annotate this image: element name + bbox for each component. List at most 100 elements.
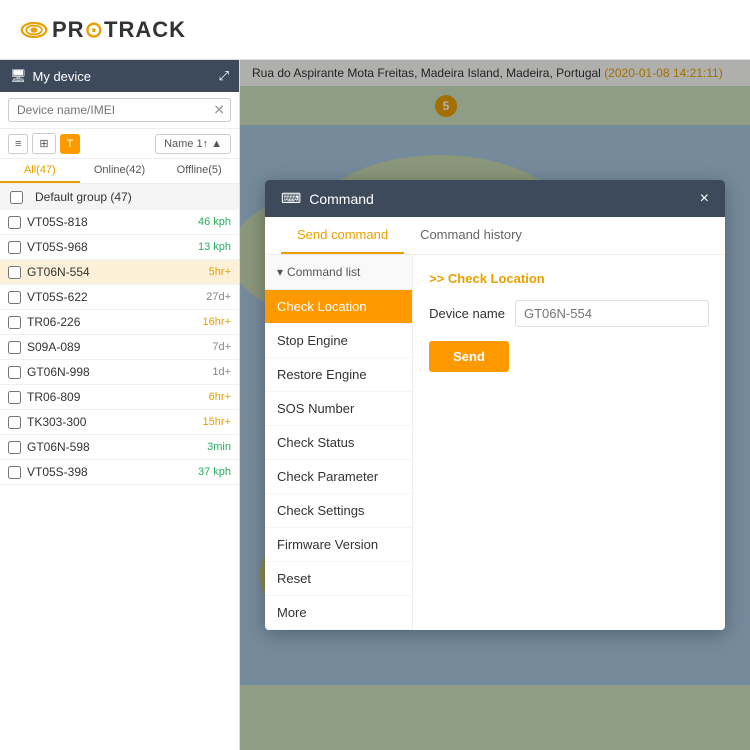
device-status: 27d+ bbox=[206, 291, 231, 303]
device-name: VT05S-968 bbox=[27, 240, 198, 254]
device-name: GT06N-598 bbox=[27, 440, 207, 454]
search-input[interactable] bbox=[8, 98, 231, 122]
grid-view-icon-btn[interactable]: ⊞ bbox=[32, 133, 55, 154]
command-list-panel: ▾ Command list Check Location Stop Engin… bbox=[265, 255, 413, 630]
command-item-firmware-version[interactable]: Firmware Version bbox=[265, 528, 412, 562]
device-status: 16hr+ bbox=[203, 316, 231, 328]
filter-tab-online[interactable]: Online(42) bbox=[80, 159, 160, 183]
command-item-check-location[interactable]: Check Location bbox=[265, 290, 412, 324]
device-name: TK303-300 bbox=[27, 415, 203, 429]
group-checkbox[interactable] bbox=[10, 191, 23, 204]
list-item[interactable]: GT06N-554 5hr+ bbox=[0, 260, 239, 285]
device-checkbox[interactable] bbox=[8, 291, 21, 304]
filter-tab-all[interactable]: All(47) bbox=[0, 159, 80, 183]
list-item[interactable]: VT05S-818 46 kph bbox=[0, 210, 239, 235]
device-checkbox[interactable] bbox=[8, 266, 21, 279]
device-name: GT06N-998 bbox=[27, 365, 212, 379]
modal-tabs: Send command Command history bbox=[265, 217, 725, 255]
list-item[interactable]: VT05S-398 37 kph bbox=[0, 460, 239, 485]
sort-label: Name 1↑ bbox=[164, 138, 208, 150]
clear-icon[interactable]: ✕ bbox=[213, 102, 225, 119]
logo: PR⊙TRACK bbox=[20, 16, 186, 44]
filter-tabs: All(47) Online(42) Offline(5) bbox=[0, 159, 239, 184]
filter-btn[interactable]: T bbox=[60, 134, 81, 154]
sidebar-search: ✕ bbox=[0, 92, 239, 129]
device-status: 6hr+ bbox=[209, 391, 231, 403]
device-checkbox[interactable] bbox=[8, 241, 21, 254]
list-item[interactable]: S09A-089 7d+ bbox=[0, 335, 239, 360]
tab-command-history[interactable]: Command history bbox=[404, 217, 538, 254]
expand-icon[interactable]: ⤢ bbox=[219, 68, 229, 84]
tab-send-command[interactable]: Send command bbox=[281, 217, 404, 254]
list-item[interactable]: TR06-226 16hr+ bbox=[0, 310, 239, 335]
modal-close-button[interactable]: × bbox=[700, 191, 709, 207]
sidebar-title: My device bbox=[33, 69, 92, 84]
modal-header-left: ⌨ Command bbox=[281, 190, 374, 207]
command-item-restore-engine[interactable]: Restore Engine bbox=[265, 358, 412, 392]
command-list-header: ▾ Command list bbox=[265, 255, 412, 290]
device-group: Default group (47) bbox=[0, 184, 239, 210]
sidebar-toolbar: ≡ ⊞ T Name 1↑ ▲ bbox=[0, 129, 239, 159]
modal-body: ▾ Command list Check Location Stop Engin… bbox=[265, 255, 725, 630]
device-name: GT06N-554 bbox=[27, 265, 209, 279]
terminal-icon: ⌨ bbox=[281, 190, 301, 207]
sort-button[interactable]: Name 1↑ ▲ bbox=[155, 134, 231, 154]
device-status: 3min bbox=[207, 441, 231, 453]
device-name-label: Device name bbox=[429, 306, 505, 321]
command-item-sos-number[interactable]: SOS Number bbox=[265, 392, 412, 426]
map-area: Rua do Aspirante Mota Freitas, Madeira I… bbox=[240, 60, 750, 750]
modal-backdrop: ⌨ Command × Send command Command history… bbox=[240, 60, 750, 750]
collapse-icon: ▾ bbox=[277, 265, 283, 279]
modal-title: Command bbox=[309, 191, 374, 207]
device-checkbox[interactable] bbox=[8, 416, 21, 429]
device-status: 5hr+ bbox=[209, 266, 231, 278]
device-name: TR06-809 bbox=[27, 390, 209, 404]
command-item-check-parameter[interactable]: Check Parameter bbox=[265, 460, 412, 494]
device-name: VT05S-818 bbox=[27, 215, 198, 229]
device-status: 1d+ bbox=[212, 366, 231, 378]
device-checkbox[interactable] bbox=[8, 316, 21, 329]
device-name-input[interactable] bbox=[515, 300, 709, 327]
command-modal: ⌨ Command × Send command Command history… bbox=[265, 180, 725, 630]
sidebar-header-left: 🖥 My device bbox=[10, 68, 91, 84]
selected-command-header: >> Check Location bbox=[429, 271, 709, 286]
command-detail-panel: >> Check Location Device name Send bbox=[413, 255, 725, 630]
modal-header: ⌨ Command × bbox=[265, 180, 725, 217]
list-item[interactable]: VT05S-622 27d+ bbox=[0, 285, 239, 310]
list-item[interactable]: TK303-300 15hr+ bbox=[0, 410, 239, 435]
device-name: VT05S-622 bbox=[27, 290, 206, 304]
device-checkbox[interactable] bbox=[8, 466, 21, 479]
device-checkbox[interactable] bbox=[8, 391, 21, 404]
device-status: 13 kph bbox=[198, 241, 231, 253]
list-item[interactable]: TR06-809 6hr+ bbox=[0, 385, 239, 410]
device-checkbox[interactable] bbox=[8, 441, 21, 454]
device-status: 37 kph bbox=[198, 466, 231, 478]
device-name: TR06-226 bbox=[27, 315, 203, 329]
command-item-reset[interactable]: Reset bbox=[265, 562, 412, 596]
main-layout: 🖥 My device ⤢ ✕ ≡ ⊞ T Name 1↑ ▲ All(47) … bbox=[0, 60, 750, 750]
device-status: 46 kph bbox=[198, 216, 231, 228]
device-name: S09A-089 bbox=[27, 340, 212, 354]
command-item-check-settings[interactable]: Check Settings bbox=[265, 494, 412, 528]
list-item[interactable]: VT05S-968 13 kph bbox=[0, 235, 239, 260]
device-checkbox[interactable] bbox=[8, 341, 21, 354]
monitor-icon: 🖥 bbox=[10, 68, 27, 84]
device-name: VT05S-398 bbox=[27, 465, 198, 479]
sidebar: 🖥 My device ⤢ ✕ ≡ ⊞ T Name 1↑ ▲ All(47) … bbox=[0, 60, 240, 750]
command-item-more[interactable]: More bbox=[265, 596, 412, 630]
logo-icon bbox=[20, 16, 48, 44]
filter-tab-offline[interactable]: Offline(5) bbox=[159, 159, 239, 183]
command-item-check-status[interactable]: Check Status bbox=[265, 426, 412, 460]
device-name-row: Device name bbox=[429, 300, 709, 327]
list-view-icon-btn[interactable]: ≡ bbox=[8, 134, 28, 154]
device-list: Default group (47) VT05S-818 46 kph VT05… bbox=[0, 184, 239, 750]
command-item-stop-engine[interactable]: Stop Engine bbox=[265, 324, 412, 358]
device-status: 7d+ bbox=[212, 341, 231, 353]
device-checkbox[interactable] bbox=[8, 366, 21, 379]
send-button[interactable]: Send bbox=[429, 341, 509, 372]
list-item[interactable]: GT06N-598 3min bbox=[0, 435, 239, 460]
sort-icon: ▲ bbox=[211, 138, 222, 150]
device-checkbox[interactable] bbox=[8, 216, 21, 229]
list-item[interactable]: GT06N-998 1d+ bbox=[0, 360, 239, 385]
group-label: Default group (47) bbox=[35, 190, 132, 204]
